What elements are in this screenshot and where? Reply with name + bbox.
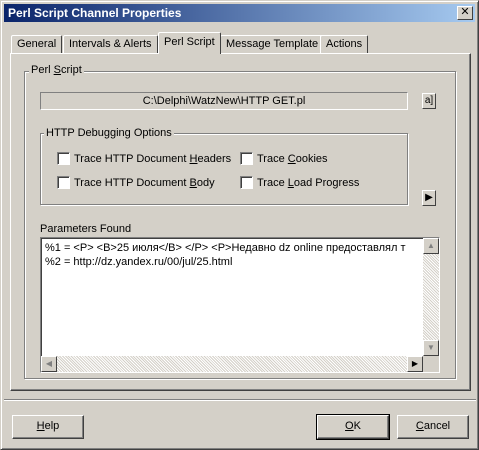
perl-script-group-label: Perl Script [29,64,84,76]
vertical-scrollbar[interactable]: ▲ ▼ [423,238,439,356]
http-debug-group-label: HTTP Debugging Options [44,127,174,139]
help-button-label: elp [44,420,60,432]
checkbox-box[interactable] [57,176,70,189]
ok-button[interactable]: OK [316,414,390,440]
window-title: Perl Script Channel Properties [8,6,182,20]
tab-perl-script[interactable]: Perl Script [158,32,221,54]
browse-script-button[interactable]: a] [422,93,436,109]
scroll-down-button[interactable]: ▼ [423,340,439,356]
checkbox-trace-headers[interactable]: Trace HTTP Document Headers [57,152,231,165]
checkbox-label: Trace HTTP Document Headers [74,152,232,165]
tab-actions[interactable]: Actions [320,35,369,53]
checkbox-trace-body[interactable]: Trace HTTP Document Body [57,176,215,189]
parameter-line: %1 = <P> <B>25 июля</B> </P> <P>Недавно … [45,242,406,254]
parameters-found-label: Parameters Found [40,223,132,235]
http-debug-group [40,133,408,205]
cancel-button[interactable]: Cancel [397,415,469,439]
scroll-right-button[interactable]: ▶ [407,356,423,372]
parameter-line: %2 = http://dz.yandex.ru/00/jul/25.html [45,256,233,268]
scroll-up-button[interactable]: ▲ [423,238,439,254]
expand-arrow-button[interactable]: ▶ [422,190,436,206]
checkbox-label: Trace Load Progress [257,176,360,189]
checkbox-label: Trace HTTP Document Body [74,176,215,189]
scrollbar-corner [423,356,439,372]
tab-message-template[interactable]: Message Template [220,35,325,53]
ok-button-label: K [353,420,361,432]
checkbox-box[interactable] [240,176,253,189]
dialog-window: Perl Script Channel Properties ✕ General… [0,0,479,450]
tab-general[interactable]: General [11,35,63,53]
title-bar[interactable]: Perl Script Channel Properties ✕ [4,4,475,22]
parameters-textarea[interactable]: %1 = <P> <B>25 июля</B> </P> <P>Недавно … [40,237,440,373]
checkbox-label: Trace Cookies [257,152,328,165]
checkbox-box[interactable] [57,152,70,165]
checkbox-trace-load-progress[interactable]: Trace Load Progress [240,176,359,189]
script-path-field[interactable]: C:\Delphi\WatzNew\HTTP GET.pl [40,92,408,110]
checkbox-box[interactable] [240,152,253,165]
tab-intervals-alerts[interactable]: Intervals & Alerts [63,35,158,53]
help-button[interactable]: Help [12,415,84,439]
scroll-left-button[interactable]: ◀ [41,356,57,372]
cancel-button-label: ancel [423,420,451,432]
close-button[interactable]: ✕ [457,6,473,20]
horizontal-scrollbar[interactable]: ◀ ▶ [41,356,423,372]
checkbox-trace-cookies[interactable]: Trace Cookies [240,152,328,165]
